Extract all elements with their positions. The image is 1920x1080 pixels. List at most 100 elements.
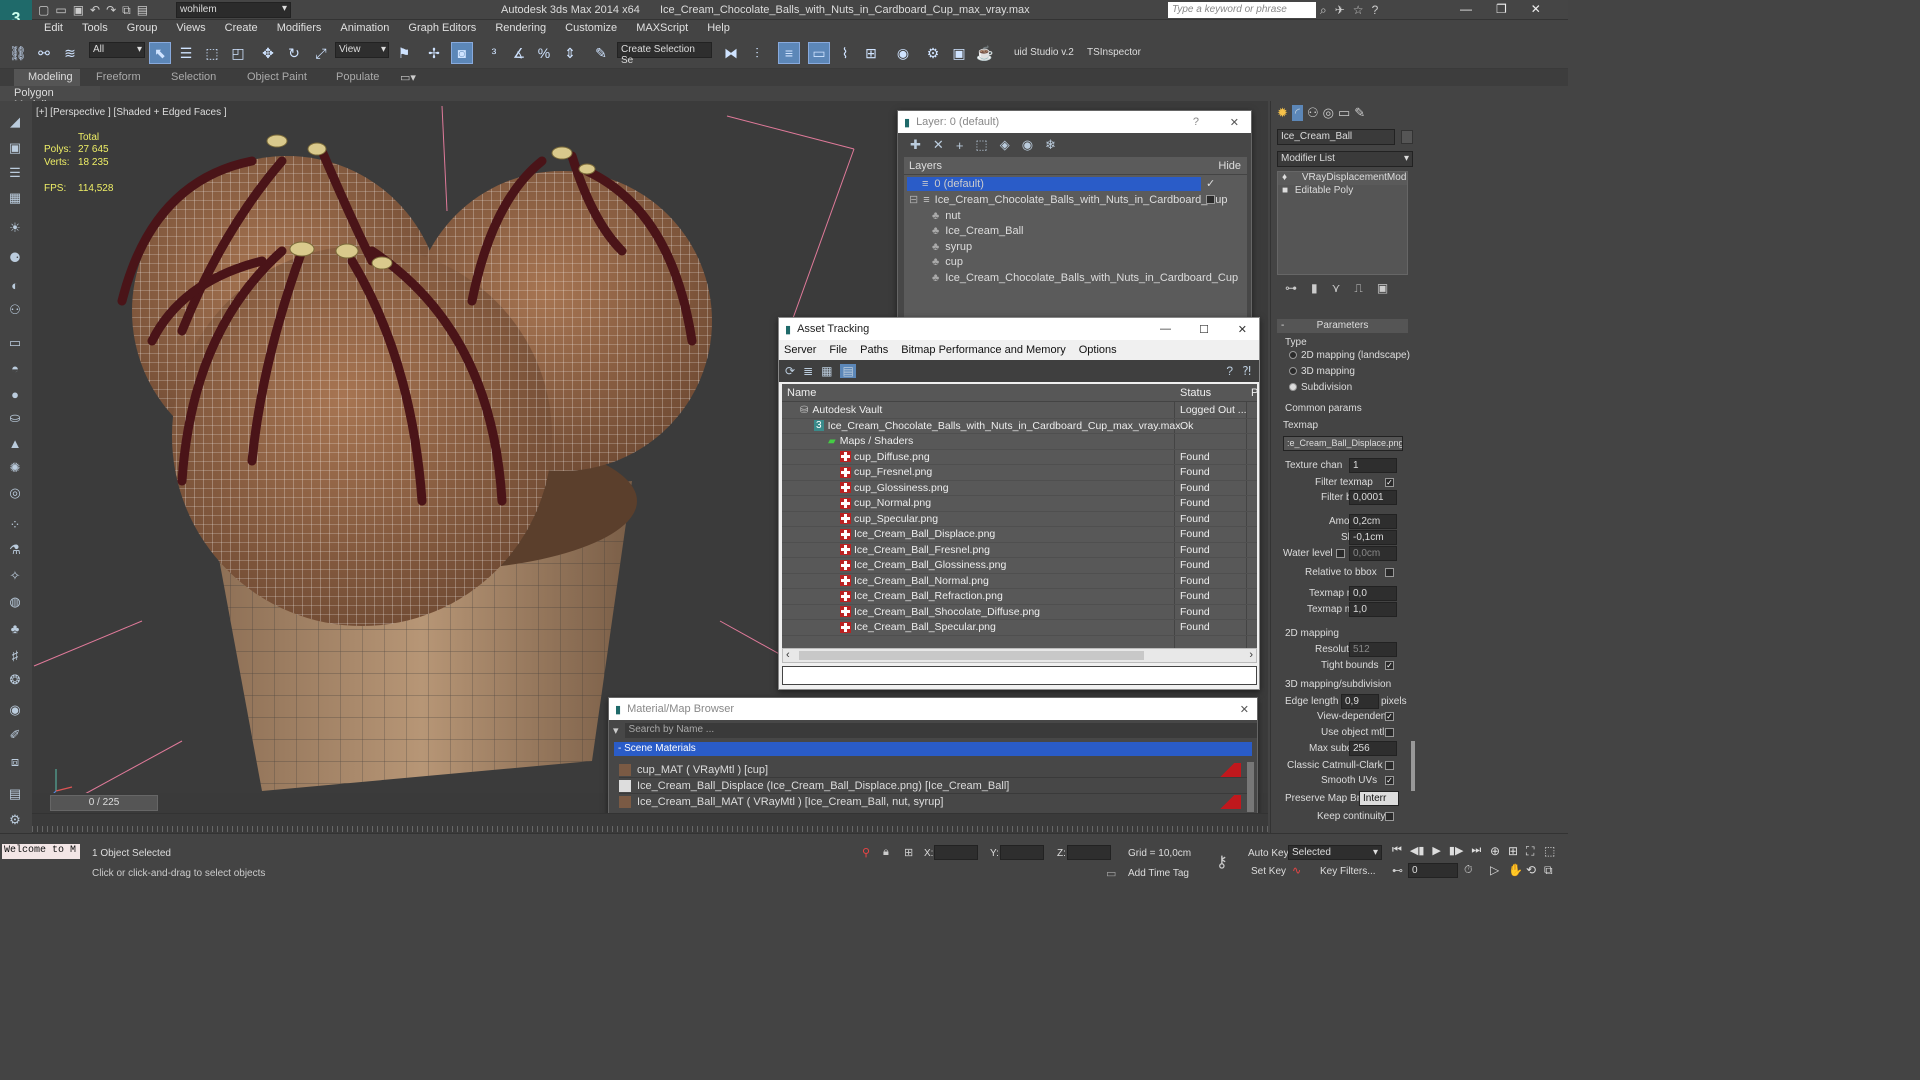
highlight-layer-icon[interactable]: ◈	[1000, 137, 1010, 153]
render-icon[interactable]: ⧈	[5, 753, 25, 771]
auto-key-button[interactable]: Auto Key	[1248, 848, 1289, 859]
object-row[interactable]: ♣ cup	[904, 254, 1247, 270]
object-row[interactable]: ♣ nut	[904, 208, 1247, 224]
next-frame-icon[interactable]: ▮▶	[1449, 844, 1464, 857]
close-icon[interactable]: ✕	[1531, 2, 1541, 16]
layer-manager-icon[interactable]: ≡	[778, 42, 800, 64]
panel-scrollbar[interactable]	[1411, 741, 1415, 791]
redo-icon[interactable]: ↷	[106, 3, 116, 18]
rectangular-selection-icon[interactable]: ⬚	[201, 42, 223, 64]
orb-icon[interactable]: ◉	[5, 701, 25, 719]
mirror-icon[interactable]: ⧓	[720, 42, 742, 64]
utilities-tab-icon[interactable]: ✎	[1354, 105, 1365, 121]
fetch-icon[interactable]: ▤	[137, 3, 148, 18]
globe-icon[interactable]: ◍	[5, 593, 25, 611]
rendered-frame-window-icon[interactable]: ▣	[948, 42, 970, 64]
current-frame-field[interactable]: 0	[1408, 863, 1458, 878]
list-view-icon[interactable]: ≣	[803, 364, 813, 378]
list-icon[interactable]: ☰	[5, 164, 25, 182]
key-mode-dropdown[interactable]: Selected ▾	[1288, 845, 1382, 860]
menu-graph-editors[interactable]: Graph Editors	[400, 20, 484, 34]
thumbnail-view-icon[interactable]: ▦	[821, 364, 832, 378]
radio-subdivision[interactable]: Subdivision	[1289, 382, 1352, 393]
delete-layer-icon[interactable]: ✕	[933, 137, 944, 153]
menu-tools[interactable]: Tools	[74, 20, 116, 34]
parameters-rollout-header[interactable]: - Parameters	[1277, 319, 1408, 333]
modifier-stack-item[interactable]: ♦ VRayDisplacementMod	[1278, 172, 1407, 185]
layer-window-title-bar[interactable]: ▮ Layer: 0 (default) ? ✕	[898, 111, 1251, 133]
menu-bitmap-performance[interactable]: Bitmap Performance and Memory	[901, 344, 1065, 356]
layer-row[interactable]: ⊟ ≡ Ice_Cream_Chocolate_Balls_with_Nuts_…	[904, 192, 1247, 208]
select-by-name-icon[interactable]: ☰	[175, 42, 197, 64]
search-input[interactable]: Type a keyword or phrase	[1168, 2, 1316, 18]
dynamics-icon[interactable]: ⚗	[5, 541, 25, 559]
graphite-icon[interactable]: ◢	[5, 113, 25, 131]
named-selection-sets-dropdown[interactable]: Create Selection Se	[617, 42, 712, 66]
classic-catmull-clark-checkbox[interactable]	[1385, 761, 1394, 770]
asset-row[interactable]: cup_Normal.png Found	[782, 496, 1257, 512]
schematic-view-icon[interactable]: ⊞	[860, 42, 882, 64]
zoom-extents-all-icon[interactable]: ⬚	[1544, 844, 1562, 859]
hide-all-icon[interactable]: ◉	[1022, 137, 1033, 153]
menu-animation[interactable]: Animation	[332, 20, 397, 34]
object-name-field[interactable]: Ice_Cream_Ball	[1277, 129, 1395, 145]
window-crossing-icon[interactable]: ◰	[227, 42, 249, 64]
shift-spinner[interactable]: -0,1cm	[1349, 530, 1397, 545]
remove-modifier-icon[interactable]: ⎍	[1354, 281, 1362, 296]
field-of-view-icon[interactable]: ▷	[1490, 863, 1508, 878]
object-row[interactable]: ♣ Ice_Cream_Ball	[904, 223, 1247, 239]
select-manipulate-icon[interactable]: ✢	[423, 42, 445, 64]
texmap-max-spinner[interactable]: 1,0	[1349, 602, 1397, 617]
select-object-icon[interactable]: ⬉	[149, 42, 171, 64]
material-item[interactable]: cup_MAT ( VRayMtl ) [cup]	[619, 762, 1247, 778]
asset-row[interactable]: Ice_Cream_Ball_Shocolate_Diffuse.png Foun…	[782, 605, 1257, 620]
x-coordinate-field[interactable]	[934, 845, 978, 860]
particles-icon[interactable]: ⁘	[5, 516, 25, 534]
time-tag-icon[interactable]: ▭	[1106, 867, 1116, 880]
asset-window-title-bar[interactable]: ▮ Asset Tracking — ☐ ✕	[779, 318, 1259, 340]
camera-icon[interactable]: ⚈	[5, 249, 25, 267]
cylinder-icon[interactable]: ⛀	[5, 409, 25, 427]
render-setup-icon[interactable]: ⚙	[922, 42, 944, 64]
ribbon-panel-polygon-modeling[interactable]: Polygon Modeling	[0, 86, 100, 111]
keyboard-shortcut-override-icon[interactable]: ◙	[451, 42, 473, 64]
minimize-icon[interactable]: —	[1160, 323, 1171, 335]
water-level-checkbox[interactable]	[1336, 549, 1345, 558]
new-file-icon[interactable]: ▢	[38, 3, 49, 18]
plugin-button-1[interactable]: uid Studio v.2	[1014, 47, 1074, 58]
snaps-toggle-icon[interactable]: ³	[483, 42, 505, 64]
asset-row[interactable]: cup_Glossiness.png Found	[782, 481, 1257, 496]
percent-snap-icon[interactable]: %	[533, 42, 555, 64]
plant-icon[interactable]: ♣	[5, 619, 25, 637]
plugin-button-2[interactable]: TSInspector	[1087, 47, 1141, 58]
menu-modifiers[interactable]: Modifiers	[269, 20, 330, 34]
asset-row[interactable]: ▰ Maps / Shaders	[782, 434, 1257, 450]
make-unique-icon[interactable]: ⋎	[1332, 281, 1341, 296]
object-row[interactable]: ♣ Ice_Cream_Chocolate_Balls_with_Nuts_in…	[904, 270, 1247, 286]
box-icon[interactable]: ▭	[5, 334, 25, 352]
texture-chan-spinner[interactable]: 1	[1349, 458, 1397, 473]
time-config-icon[interactable]: ⏱	[1464, 864, 1473, 877]
close-icon[interactable]: ✕	[1238, 323, 1247, 336]
add-to-layer-icon[interactable]: +	[956, 138, 964, 153]
bind-space-warp-icon[interactable]: ≋	[59, 42, 81, 64]
film-icon[interactable]: ⚇	[5, 301, 25, 319]
show-end-result-icon[interactable]: ▮	[1311, 281, 1318, 296]
menu-file[interactable]: File	[829, 344, 847, 356]
object-color-swatch[interactable]	[1401, 130, 1413, 144]
pivot-center-icon[interactable]: ⚑	[393, 42, 415, 64]
track-bar[interactable]	[32, 813, 1268, 833]
scale-icon[interactable]: ⤢	[310, 42, 332, 64]
asset-row[interactable]: Ice_Cream_Ball_Specular.png Found	[782, 620, 1257, 636]
vertical-scrollbar[interactable]	[1247, 762, 1254, 812]
view-dependent-checkbox[interactable]: ✓	[1385, 712, 1394, 721]
vault-help-icon[interactable]: ⁈	[1242, 364, 1251, 378]
max-subdivs-spinner[interactable]: 256	[1349, 741, 1397, 756]
key-mode-toggle-icon[interactable]: ⊷	[1392, 864, 1403, 877]
material-window-title-bar[interactable]: ▮ Material/Map Browser ✕	[609, 698, 1257, 720]
texmap-min-spinner[interactable]: 0,0	[1349, 586, 1397, 601]
lock-selection-icon[interactable]: 🔒︎	[883, 846, 889, 859]
selection-filter-dropdown[interactable]: All ▾	[89, 42, 145, 58]
maxscript-listener[interactable]: Welcome to M	[2, 844, 80, 859]
time-slider-thumb[interactable]: 0 / 225	[50, 795, 158, 811]
